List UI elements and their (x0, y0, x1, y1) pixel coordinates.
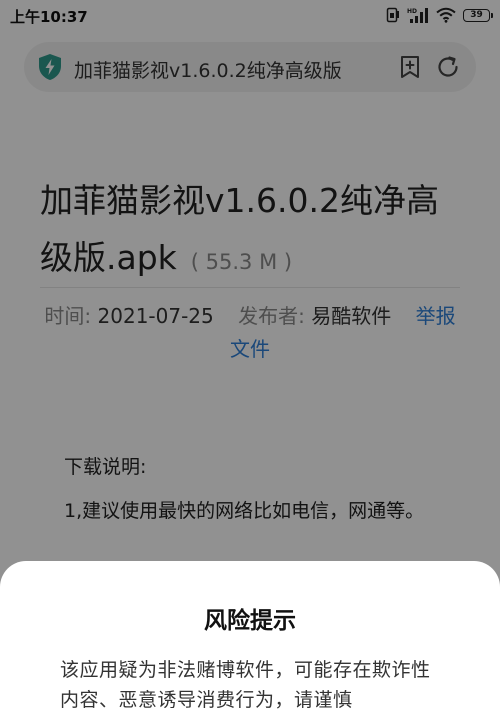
dialog-message: 该应用疑为非法赌博软件，可能存在欺诈性内容、恶意诱导消费行为，请谨慎 (60, 659, 431, 711)
risk-warning-dialog: 风险提示 该应用疑为非法赌博软件，可能存在欺诈性内容、恶意诱导消费行为，请谨慎 (0, 561, 500, 711)
browser-screen: 上午10:37 HD 39 加菲猫影视v1.6.0.2纯净高级版 加菲猫影视v1… (0, 0, 500, 711)
dialog-title: 风险提示 (204, 608, 296, 634)
